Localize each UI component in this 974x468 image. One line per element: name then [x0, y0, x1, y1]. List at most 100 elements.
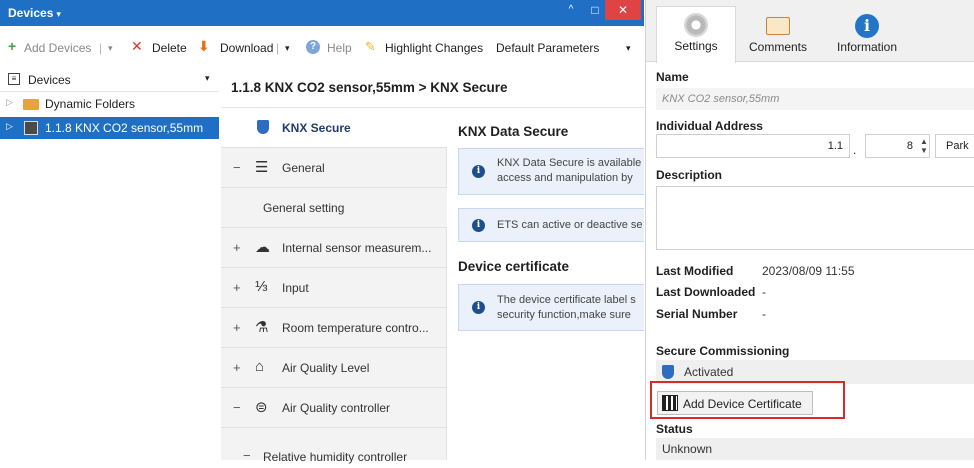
tab-comments[interactable]: Comments: [738, 8, 818, 62]
info-box: i The device certificate label s securit…: [458, 284, 644, 331]
properties-panel: Settings Comments i Information Name KNX…: [645, 0, 974, 460]
maximize-button[interactable]: □: [584, 0, 606, 20]
description-field[interactable]: [656, 186, 974, 250]
info-text: access and manipulation by: [497, 172, 633, 184]
nav-item-general-setting[interactable]: General setting: [221, 188, 447, 228]
sliders-icon: ☰: [255, 159, 269, 176]
nav-item-humidity-controller[interactable]: − Relative humidity controller: [221, 428, 447, 468]
tree-header[interactable]: ≡ Devices ▾: [0, 68, 219, 92]
add-device-certificate-label: Add Device Certificate: [683, 397, 802, 411]
serial-number-value: -: [762, 307, 766, 321]
nav-item-label: Air Quality Level: [282, 361, 370, 375]
default-parameters-button[interactable]: Default Parameters: [496, 41, 599, 55]
tree-item-device[interactable]: ▷ 1.1.8 KNX CO2 sensor,55mm: [0, 117, 219, 139]
chevron-down-icon[interactable]: ▾: [285, 43, 290, 54]
download-button[interactable]: Download: [220, 41, 273, 55]
tree-header-label: Devices: [28, 73, 71, 87]
info-text: security function,make sure: [497, 309, 631, 321]
add-icon: +: [8, 38, 17, 54]
controller-icon: ⊜: [255, 399, 268, 416]
nav-item-room-temperature[interactable]: + ⚗ Room temperature contro...: [221, 308, 447, 348]
info-text: ETS can active or deactive se: [497, 219, 643, 231]
comment-icon: [766, 17, 790, 35]
input-icon: ⅓: [255, 278, 268, 295]
name-field[interactable]: KNX CO2 sensor,55mm: [656, 88, 974, 110]
section-title-knx-data-secure: KNX Data Secure: [458, 124, 569, 139]
close-button[interactable]: ✕: [605, 0, 641, 20]
download-icon: ⬇: [198, 38, 210, 54]
separator: |: [276, 41, 280, 55]
chevron-right-icon[interactable]: ▷: [6, 97, 13, 108]
last-downloaded-label: Last Downloaded: [656, 285, 756, 299]
qr-code-icon: [662, 395, 678, 411]
separator: |: [99, 41, 103, 55]
help-button[interactable]: Help: [327, 41, 352, 55]
properties-tabs: Settings Comments i Information: [646, 0, 974, 63]
nav-item-input[interactable]: + ⅓ Input: [221, 268, 447, 308]
nav-item-air-quality-level[interactable]: + ⌂ Air Quality Level: [221, 348, 447, 388]
secure-commissioning-label: Secure Commissioning: [656, 344, 790, 358]
cloud-icon: ☁: [255, 239, 270, 256]
description-label: Description: [656, 168, 723, 182]
tab-information[interactable]: i Information: [824, 8, 910, 62]
highlighter-icon: ✎: [365, 39, 376, 54]
chevron-right-icon[interactable]: ▷: [6, 121, 13, 132]
nav-item-label: Relative humidity controller: [263, 450, 408, 464]
spinner-up-icon[interactable]: ▲: [920, 138, 928, 146]
expand-icon[interactable]: +: [233, 320, 241, 335]
status-field: Unknown: [656, 438, 974, 460]
thermometer-icon: ⚗: [255, 319, 269, 336]
home-air-icon: ⌂: [255, 358, 265, 375]
tree-item-dynamic-folders[interactable]: ▷ Dynamic Folders: [0, 93, 219, 115]
devices-window: Devices ▾ ^ □ ✕ + Add Devices | ▾ ✕ Delet…: [0, 0, 644, 464]
spinner-down-icon[interactable]: ▼: [920, 147, 928, 155]
address-area-line-field[interactable]: 1.1: [656, 134, 850, 158]
nav-item-label: General: [282, 161, 325, 175]
last-modified-value: 2023/08/09 11:55: [762, 264, 855, 278]
expand-icon[interactable]: +: [233, 360, 241, 375]
add-devices-button[interactable]: Add Devices: [24, 41, 91, 55]
nav-item-label: Input: [282, 281, 309, 295]
folder-icon: [23, 99, 39, 110]
shield-icon: [662, 365, 674, 379]
collapse-icon[interactable]: −: [233, 160, 241, 175]
last-downloaded-value: -: [762, 285, 766, 299]
tab-settings[interactable]: Settings: [656, 6, 736, 63]
chevron-down-icon[interactable]: ▾: [205, 73, 210, 84]
chevron-down-icon[interactable]: ▾: [108, 43, 113, 54]
chevron-down-icon[interactable]: ▾: [626, 43, 631, 54]
info-icon: i: [855, 14, 879, 38]
highlight-changes-button[interactable]: Highlight Changes: [385, 41, 483, 55]
add-device-certificate-button[interactable]: Add Device Certificate: [657, 391, 813, 415]
info-text: The device certificate label s: [497, 294, 636, 306]
expand-icon[interactable]: +: [233, 240, 241, 255]
window-title[interactable]: Devices ▾: [8, 6, 61, 20]
info-icon: i: [472, 219, 485, 232]
nav-item-knx-secure[interactable]: KNX Secure: [221, 108, 447, 148]
serial-number-label: Serial Number: [656, 307, 738, 321]
parameter-content: KNX Data Secure i KNX Data Secure is ava…: [448, 108, 644, 460]
collapse-icon[interactable]: −: [243, 448, 251, 463]
nav-item-label: KNX Secure: [282, 121, 351, 135]
collapse-button[interactable]: ^: [560, 0, 582, 20]
info-box: i KNX Data Secure is available access an…: [458, 148, 644, 195]
section-title-device-certificate: Device certificate: [458, 259, 570, 274]
park-button[interactable]: Park: [935, 134, 974, 158]
tree-item-label: Dynamic Folders: [45, 97, 136, 111]
secure-commissioning-value: Activated: [684, 365, 734, 379]
window-title-label: Devices: [8, 6, 54, 20]
info-box: i ETS can active or deactive se: [458, 208, 644, 242]
help-icon: ?: [306, 40, 320, 54]
nav-item-label: Room temperature contro...: [282, 321, 429, 335]
nav-item-label: General setting: [263, 201, 345, 215]
tab-label: Settings: [674, 39, 718, 53]
collapse-icon[interactable]: −: [233, 400, 241, 415]
nav-item-general[interactable]: − ☰ General: [221, 148, 447, 188]
nav-item-label: Air Quality controller: [282, 401, 391, 415]
nav-item-internal-sensor[interactable]: + ☁ Internal sensor measurem...: [221, 228, 447, 268]
delete-button[interactable]: Delete: [152, 41, 187, 55]
expand-icon[interactable]: +: [233, 280, 241, 295]
shield-icon: [257, 120, 269, 134]
status-value: Unknown: [662, 442, 713, 456]
nav-item-air-quality-controller[interactable]: − ⊜ Air Quality controller: [221, 388, 447, 428]
